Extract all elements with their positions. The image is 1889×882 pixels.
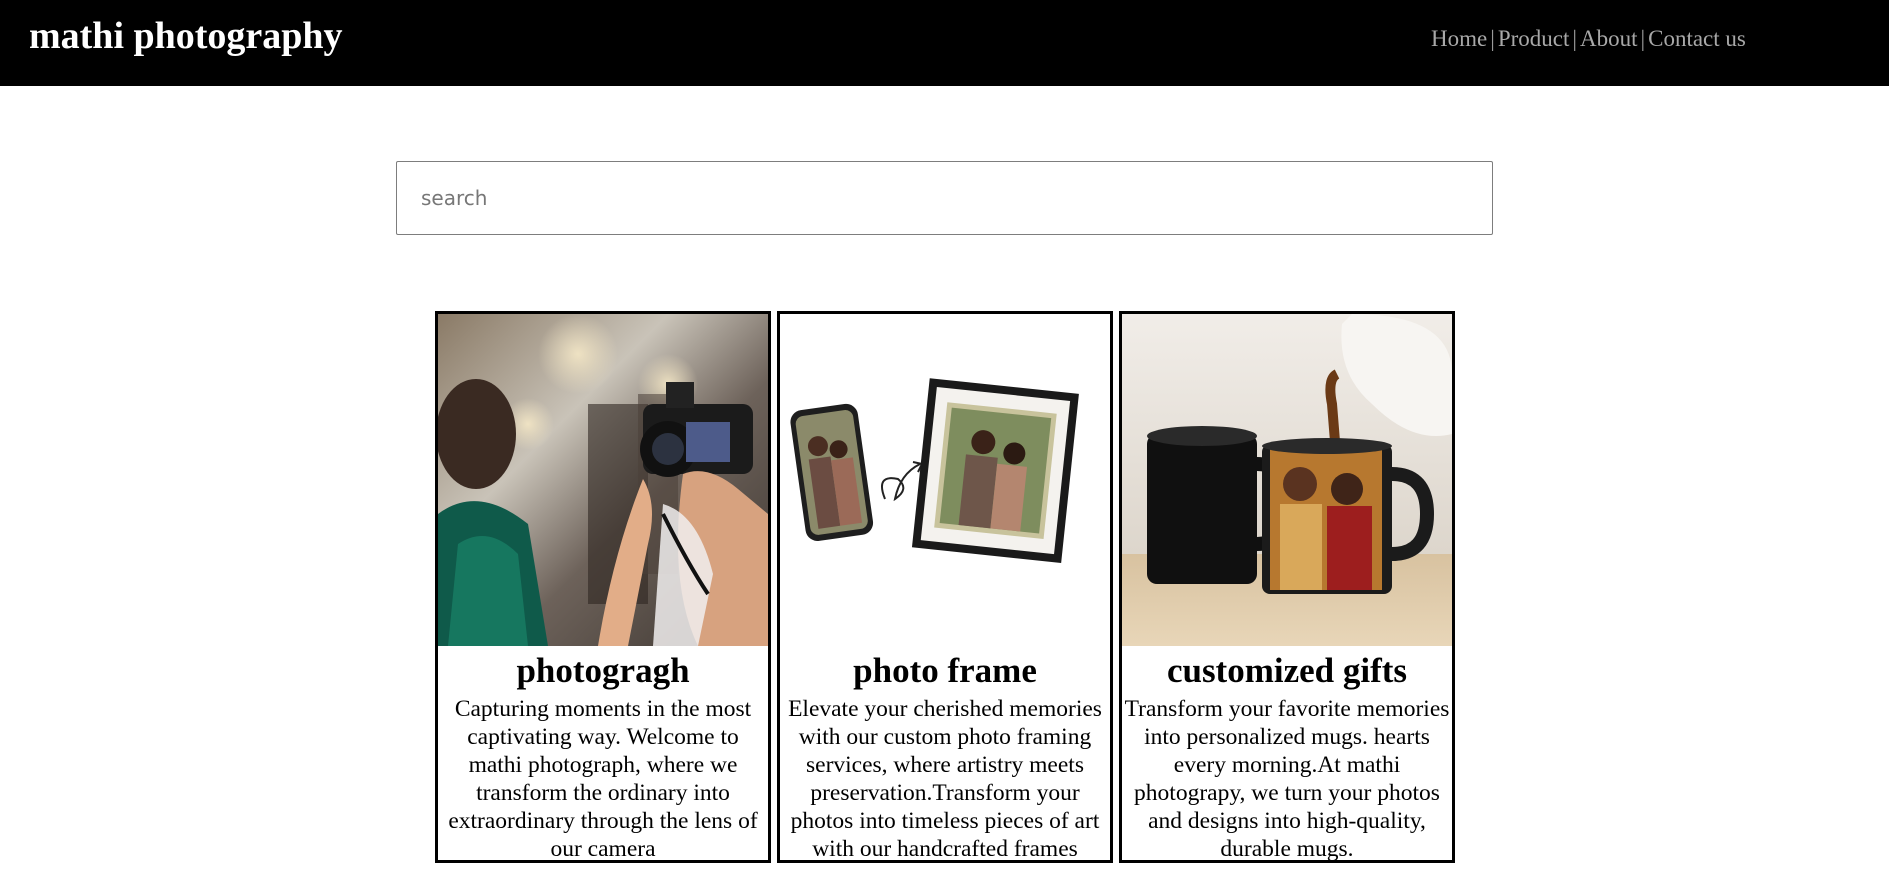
custom-mug-image [1122, 314, 1452, 646]
card-title: customized gifts [1166, 651, 1408, 690]
product-card-photo-frame[interactable]: photo frame Elevate your cherished memor… [777, 311, 1113, 863]
card-description: Elevate your cherished memories with our… [788, 696, 1102, 862]
nav-about-link[interactable]: About [1580, 26, 1638, 51]
nav-product-link[interactable]: Product [1498, 26, 1570, 51]
nav-menu: Home | Product | About | Contact us [1431, 22, 1746, 56]
nav-separator: | [1490, 26, 1495, 51]
site-brand[interactable]: mathi photography [29, 12, 343, 60]
card-description: Transform your favorite memories into pe… [1124, 696, 1450, 862]
card-title: photogragh [516, 651, 690, 690]
product-card-photograph[interactable]: photogragh Capturing moments in the most… [435, 311, 771, 863]
product-card-customized-gifts[interactable]: customized gifts Transform your favorite… [1119, 311, 1455, 863]
phone-to-frame-image [780, 314, 1110, 646]
nav-home-link[interactable]: Home [1431, 26, 1487, 51]
search-input[interactable] [396, 161, 1493, 235]
nav-separator: | [1640, 26, 1646, 51]
nav-contact-link[interactable]: Contact us [1648, 26, 1746, 51]
card-description: Capturing moments in the most captivatin… [448, 696, 758, 862]
photographer-camera-image [438, 314, 768, 646]
card-title: photo frame [853, 651, 1037, 690]
nav-separator: | [1572, 26, 1577, 51]
header-bar: mathi photography Home | Product | About | Con… [0, 0, 1889, 86]
